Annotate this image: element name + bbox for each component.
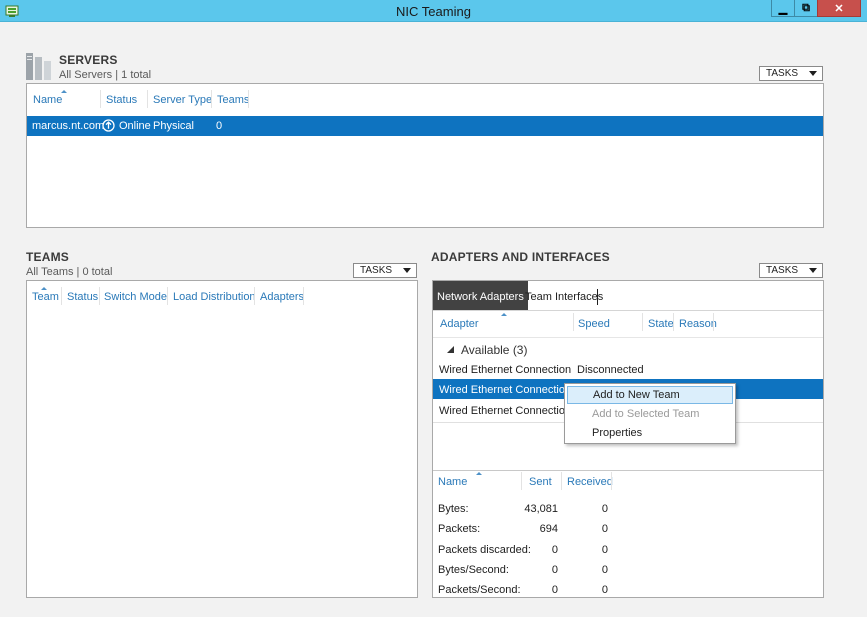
servers-title: SERVERS	[59, 53, 118, 67]
restore-button[interactable]: ⧉	[794, 0, 818, 17]
adapters-header-state[interactable]: State	[648, 318, 674, 330]
tab-network-adapters[interactable]: Network Adapters	[433, 281, 528, 310]
adapters-header-speed[interactable]: Speed	[578, 318, 610, 330]
column-separator	[99, 287, 100, 305]
teams-header-adapters[interactable]: Adapters	[260, 291, 304, 303]
menu-item-properties[interactable]: Properties	[567, 424, 733, 442]
adapter-row-1-name[interactable]: Wired Ethernet Connection	[439, 364, 571, 376]
tasks-label: TASKS	[766, 265, 799, 276]
adapters-header-reason[interactable]: Reason	[679, 318, 717, 330]
window-title: NIC Teaming	[396, 4, 471, 19]
menu-item-add-to-selected-team[interactable]: Add to Selected Team	[567, 405, 733, 423]
teams-title: TEAMS	[26, 250, 69, 264]
stat-packets-per-second-sent: 0	[551, 584, 558, 596]
column-separator	[100, 90, 101, 108]
teams-tasks-dropdown[interactable]: TASKS	[353, 263, 417, 278]
column-separator	[713, 313, 714, 331]
adapter-context-menu: Add to New Team Add to Selected Team Pro…	[564, 383, 736, 444]
tab-underline	[433, 310, 823, 311]
stat-packets-per-second-label: Packets/Second:	[438, 584, 521, 596]
minimize-button[interactable]: ▁	[771, 0, 795, 17]
column-separator	[521, 472, 522, 490]
adapters-header-adapter[interactable]: Adapter	[440, 318, 479, 330]
sort-ascending-icon	[61, 90, 67, 93]
tasks-label: TASKS	[766, 68, 799, 79]
column-separator	[573, 313, 574, 331]
header-divider	[433, 337, 823, 338]
sort-ascending-icon	[476, 472, 482, 475]
server-status: Online	[119, 120, 151, 132]
server-name: marcus.nt.com	[32, 120, 105, 132]
column-separator	[211, 90, 212, 108]
stats-header-sent[interactable]: Sent	[529, 476, 552, 488]
column-separator	[167, 287, 168, 305]
adapter-row-2-name: Wired Ethernet Connection	[439, 384, 572, 396]
sort-ascending-icon	[41, 287, 47, 290]
stat-bytes-received: 0	[601, 503, 608, 515]
teams-header-team[interactable]: Team	[32, 291, 59, 303]
adapters-title: ADAPTERS AND INTERFACES	[431, 250, 610, 264]
stat-packets-received: 0	[601, 523, 608, 535]
tab-divider	[597, 289, 598, 305]
main-frame: SERVERS All Servers | 1 total TASKS Name…	[0, 22, 867, 617]
available-group-label: Available (3)	[461, 343, 528, 357]
stat-packets-discarded-received: 0	[601, 544, 608, 556]
adapters-tasks-dropdown[interactable]: TASKS	[759, 263, 823, 278]
menu-item-add-to-new-team[interactable]: Add to New Team	[567, 386, 733, 404]
column-separator	[642, 313, 643, 331]
stats-divider	[433, 470, 823, 471]
online-status-icon	[102, 119, 115, 132]
collapse-triangle-icon	[447, 346, 454, 353]
chevron-down-icon	[809, 71, 817, 76]
stat-packets-sent: 694	[539, 523, 558, 535]
servers-subtitle: All Servers | 1 total	[59, 69, 152, 81]
stat-bytes-per-second-label: Bytes/Second:	[438, 564, 509, 576]
servers-tasks-dropdown[interactable]: TASKS	[759, 66, 823, 81]
servers-icon	[26, 53, 51, 80]
teams-panel: Team Status Switch Mode Load Distributio…	[26, 280, 418, 598]
window-controls: ▁ ⧉ ✕	[771, 0, 861, 17]
column-separator	[611, 472, 612, 490]
adapter-row-3-name[interactable]: Wired Ethernet Connection	[439, 405, 571, 417]
stats-header-received[interactable]: Received	[567, 476, 613, 488]
servers-header-teams[interactable]: Teams	[217, 94, 249, 106]
tab-team-interfaces[interactable]: Team Interfaces	[525, 291, 603, 303]
column-separator	[561, 472, 562, 490]
chevron-down-icon	[809, 268, 817, 273]
server-teams: 0	[216, 120, 223, 132]
server-type: Physical	[153, 120, 194, 132]
column-separator	[147, 90, 148, 108]
stats-header-name[interactable]: Name	[438, 476, 467, 488]
stat-bytes-sent: 43,081	[524, 503, 558, 515]
stat-packets-label: Packets:	[438, 523, 481, 535]
teams-header-load-distribution[interactable]: Load Distribution	[173, 291, 256, 303]
stat-packets-discarded-label: Packets discarded:	[438, 544, 531, 556]
column-separator	[254, 287, 255, 305]
chevron-down-icon	[403, 268, 411, 273]
teams-header-status[interactable]: Status	[67, 291, 98, 303]
teams-subtitle: All Teams | 0 total	[26, 266, 113, 278]
close-button[interactable]: ✕	[817, 0, 861, 17]
stat-packets-discarded-sent: 0	[551, 544, 558, 556]
stat-packets-per-second-received: 0	[601, 584, 608, 596]
servers-header-server-type[interactable]: Server Type	[153, 94, 212, 106]
tasks-label: TASKS	[360, 265, 393, 276]
column-separator	[673, 313, 674, 331]
teams-header-switch-mode[interactable]: Switch Mode	[104, 291, 167, 303]
column-separator	[61, 287, 62, 305]
servers-panel: Name Status Server Type Teams marcus.nt.…	[26, 83, 824, 228]
server-row[interactable]: marcus.nt.com Online Physical 0	[27, 116, 823, 136]
adapter-row-1-speed: Disconnected	[577, 364, 644, 376]
servers-header-status[interactable]: Status	[106, 94, 137, 106]
column-separator	[248, 90, 249, 108]
sort-ascending-icon	[501, 313, 507, 316]
stat-bytes-per-second-received: 0	[601, 564, 608, 576]
column-separator	[303, 287, 304, 305]
title-bar: NIC Teaming ▁ ⧉ ✕	[0, 0, 867, 22]
stat-bytes-per-second-sent: 0	[551, 564, 558, 576]
stat-bytes-label: Bytes:	[438, 503, 469, 515]
servers-header-name[interactable]: Name	[33, 94, 62, 106]
available-group-header[interactable]: Available (3)	[447, 343, 547, 357]
